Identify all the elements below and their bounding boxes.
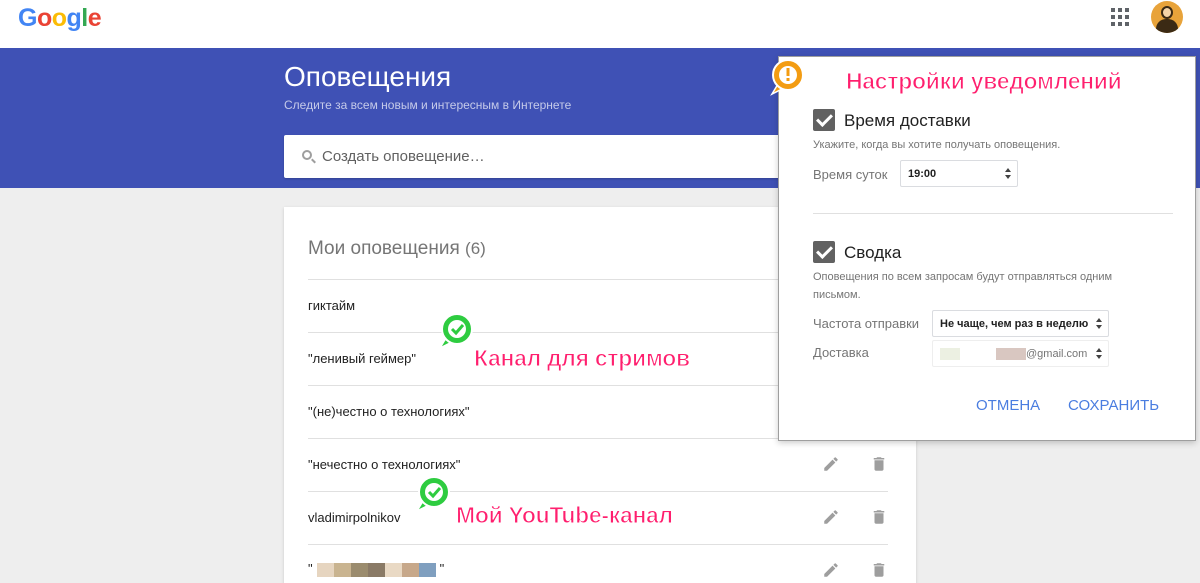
create-alert-box[interactable] — [284, 135, 780, 178]
frequency-select[interactable]: Не чаще, чем раз в неделю — [932, 310, 1109, 337]
edit-pencil-icon[interactable] — [822, 561, 840, 579]
time-of-day-label: Время суток — [813, 167, 888, 182]
blurred-block — [367, 562, 385, 577]
create-alert-input[interactable] — [322, 135, 762, 178]
youtube-channel-annotation: Мой YouTube-канал — [456, 502, 674, 529]
alert-row[interactable]: " " — [308, 544, 888, 583]
alert-row[interactable]: "нечестно о технологиях" — [308, 438, 888, 491]
logo-letter: g — [66, 4, 82, 32]
logo-letter: e — [87, 4, 102, 32]
alert-query[interactable]: "(не)честно о технологиях" — [308, 404, 470, 419]
delete-trash-icon[interactable] — [870, 561, 888, 579]
search-icon — [302, 150, 312, 160]
time-of-day-select[interactable]: 19:00 — [900, 160, 1018, 187]
save-button[interactable]: СОХРАНИТЬ — [1068, 397, 1159, 414]
checkmark-annotation-icon — [415, 476, 450, 513]
select-arrows-icon — [1096, 318, 1102, 330]
digest-hint: Оповещения по всем запросам будут отправ… — [813, 271, 1113, 301]
blurred-block — [418, 562, 436, 577]
blurred-block — [401, 562, 419, 577]
blurred-block — [333, 562, 351, 577]
section-divider — [813, 213, 1173, 214]
delete-trash-icon[interactable] — [870, 455, 888, 473]
stream-channel-annotation: Канал для стримов — [474, 345, 691, 372]
alerts-count: (6) — [465, 239, 486, 258]
delivery-label: Доставка — [813, 345, 869, 360]
blurred-block — [316, 562, 334, 577]
delivery-time-title: Время доставки — [844, 111, 971, 130]
alert-query[interactable]: vladimirpolnikov — [308, 510, 400, 525]
edit-pencil-icon[interactable] — [822, 455, 840, 473]
blurred-email-part — [996, 348, 1026, 361]
frequency-label: Частота отправки — [813, 316, 920, 331]
blurred-block — [384, 562, 402, 577]
my-alerts-heading: Мои оповещения (6) — [308, 238, 486, 259]
alert-settings-panel: Время доставки Укажите, когда вы хотите … — [778, 56, 1196, 441]
blurred-block — [350, 562, 368, 577]
logo-letter: o — [51, 4, 67, 32]
alert-query[interactable]: "нечестно о технологиях" — [308, 457, 460, 472]
digest-checkbox[interactable] — [813, 241, 835, 263]
cancel-button[interactable]: ОТМЕНА — [976, 397, 1040, 414]
grid-apps-icon[interactable] — [1111, 8, 1129, 26]
google-logo[interactable]: Google — [18, 4, 102, 33]
settings-annotation: Настройки уведомлений — [845, 68, 1122, 95]
delivery-time-checkbox[interactable] — [813, 109, 835, 131]
top-bar: Google — [0, 0, 1200, 48]
blurred-email-part — [940, 348, 960, 361]
alert-query[interactable]: гиктайм — [308, 298, 355, 313]
delete-trash-icon[interactable] — [870, 508, 888, 526]
delivery-time-hint: Укажите, когда вы хотите получать оповещ… — [813, 139, 1061, 151]
logo-letter: o — [36, 4, 52, 32]
alert-query[interactable]: " " — [308, 561, 444, 577]
blurred-query — [316, 562, 436, 577]
edit-pencil-icon[interactable] — [822, 508, 840, 526]
page-title: Оповещения — [284, 61, 452, 92]
digest-title: Сводка — [844, 243, 902, 262]
page-subtitle: Следите за всем новым и интересным в Инт… — [284, 98, 572, 112]
user-avatar[interactable] — [1151, 1, 1183, 33]
checkmark-annotation-icon — [438, 313, 473, 350]
alert-query[interactable]: "ленивый геймер" — [308, 351, 416, 366]
select-arrows-icon — [1005, 168, 1011, 180]
delivery-email-select[interactable]: @gmail.com — [932, 340, 1109, 367]
warning-annotation-icon — [770, 59, 804, 96]
logo-letter: G — [18, 4, 37, 32]
select-arrows-icon — [1096, 348, 1102, 360]
